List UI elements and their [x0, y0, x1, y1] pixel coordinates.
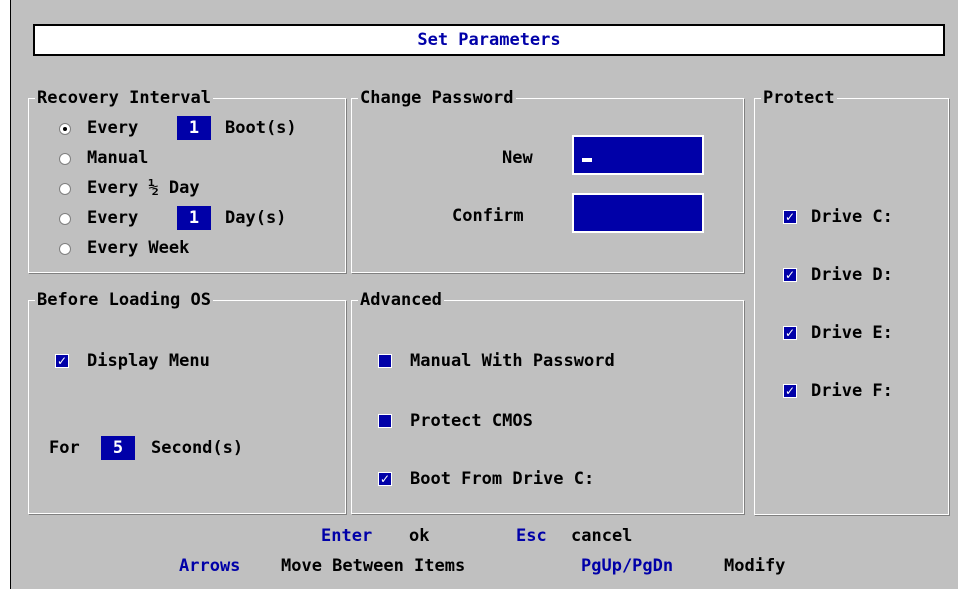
screen: Set Parameters Recovery Interval Every 1…	[10, 0, 958, 589]
radio-every-day[interactable]	[59, 213, 71, 225]
protect-cmos-checkbox[interactable]	[378, 414, 392, 428]
every-week-label: Every Week	[87, 238, 190, 258]
seconds-field[interactable]: 5	[101, 436, 135, 460]
page-title: Set Parameters	[33, 24, 945, 56]
boot-from-drive-c-label: Boot From Drive C:	[410, 469, 595, 489]
every-day-prefix: Every	[87, 208, 139, 228]
arrows-key-hint: Arrows	[179, 556, 241, 576]
display-menu-label: Display Menu	[87, 351, 210, 371]
text-cursor	[582, 158, 592, 162]
change-password-title: Change Password	[358, 88, 516, 108]
new-password-field[interactable]	[572, 135, 704, 175]
day-count-field[interactable]: 1	[177, 206, 211, 230]
for-label: For	[49, 438, 80, 458]
before-loading-os-group: Before Loading OS ✓ Display Menu For 5 S…	[28, 290, 346, 514]
recovery-interval-title: Recovery Interval	[35, 88, 213, 108]
drive-f-checkbox[interactable]: ✓	[783, 384, 797, 398]
enter-key-hint: Enter	[321, 526, 373, 546]
manual-label: Manual	[87, 148, 149, 168]
boot-from-drive-c-checkbox[interactable]: ✓	[378, 472, 392, 486]
every-boot-prefix: Every	[87, 118, 139, 138]
drive-e-label: Drive E:	[811, 323, 893, 343]
boot-count-field[interactable]: 1	[177, 116, 211, 140]
drive-e-checkbox[interactable]: ✓	[783, 326, 797, 340]
advanced-group: Advanced Manual With Password Protect CM…	[351, 290, 744, 514]
protect-group: Protect ✓ Drive C: ✓ Drive D: ✓ Drive E:…	[754, 88, 949, 515]
manual-with-password-checkbox[interactable]	[378, 354, 392, 368]
confirm-password-label: Confirm	[452, 206, 524, 226]
drive-c-label: Drive C:	[811, 207, 893, 227]
display-menu-checkbox[interactable]: ✓	[55, 354, 69, 368]
drive-d-label: Drive D:	[811, 265, 893, 285]
protect-cmos-label: Protect CMOS	[410, 411, 533, 431]
esc-key-hint: Esc	[516, 526, 547, 546]
every-day-suffix: Day(s)	[225, 208, 287, 228]
drive-c-checkbox[interactable]: ✓	[783, 210, 797, 224]
drive-d-checkbox[interactable]: ✓	[783, 268, 797, 282]
before-loading-os-title: Before Loading OS	[35, 290, 213, 310]
half-day-label: Every ½ Day	[87, 178, 200, 198]
pgup-pgdn-key-hint: PgUp/PgDn	[581, 556, 674, 576]
seconds-label: Second(s)	[151, 438, 244, 458]
change-password-group: Change Password New Confirm	[351, 88, 744, 273]
radio-half-day[interactable]	[59, 183, 71, 195]
new-password-label: New	[502, 148, 533, 168]
protect-title: Protect	[761, 88, 837, 108]
pgup-pgdn-action-hint: Modify	[724, 556, 786, 576]
arrows-action-hint: Move Between Items	[281, 556, 466, 576]
radio-every-boot[interactable]	[59, 123, 71, 135]
radio-manual[interactable]	[59, 153, 71, 165]
radio-every-week[interactable]	[59, 243, 71, 255]
confirm-password-field[interactable]	[572, 193, 704, 233]
esc-action-hint: cancel	[571, 526, 633, 546]
advanced-title: Advanced	[358, 290, 444, 310]
every-boot-suffix: Boot(s)	[225, 118, 297, 138]
enter-action-hint: ok	[409, 526, 430, 546]
drive-f-label: Drive F:	[811, 381, 893, 401]
manual-with-password-label: Manual With Password	[410, 351, 615, 371]
recovery-interval-group: Recovery Interval Every 1 Boot(s) Manual…	[28, 88, 346, 273]
